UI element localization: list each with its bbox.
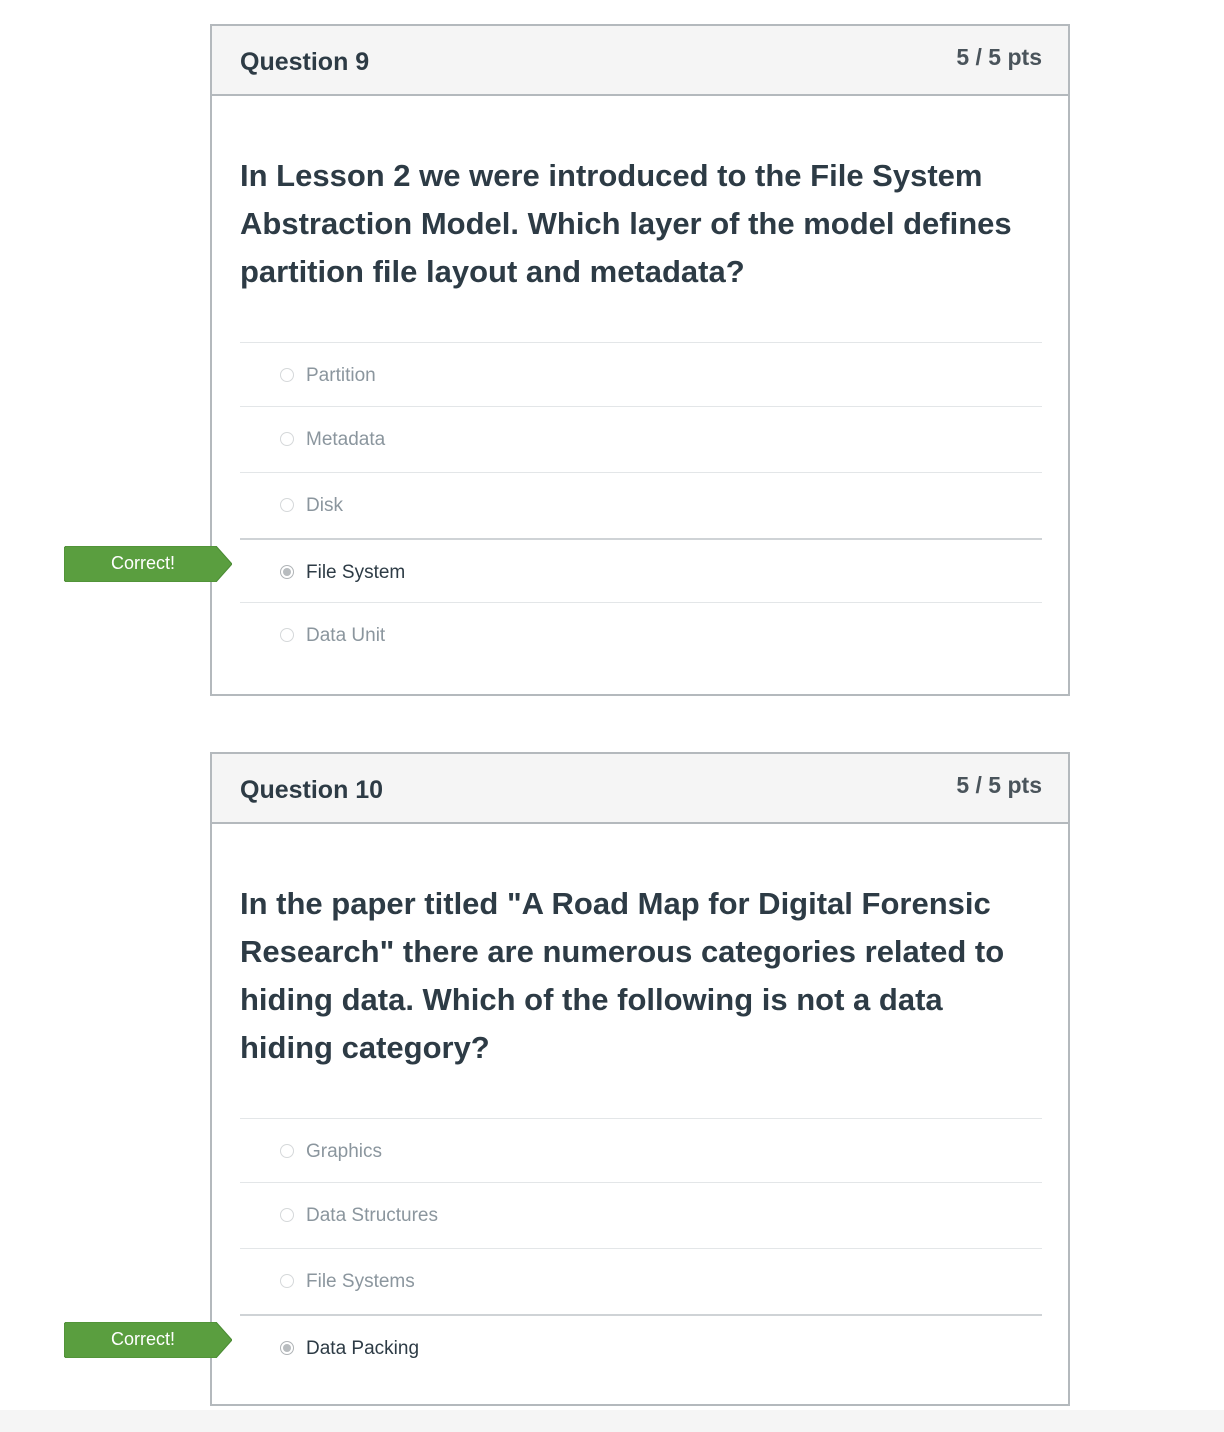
answer-label: Data Structures (306, 1205, 438, 1226)
answer-option[interactable]: Partition (240, 342, 1042, 406)
question-title: Question 9 (240, 48, 370, 76)
answer-option[interactable]: Disk (240, 472, 1042, 538)
answer-option[interactable]: Metadata (240, 406, 1042, 472)
question-card-9: Question 9 5 / 5 pts In Lesson 2 we were… (210, 24, 1070, 696)
question-header: Question 9 5 / 5 pts (212, 26, 1068, 96)
correct-label: Correct! (110, 1329, 175, 1349)
question-text: In Lesson 2 we were introduced to the Fi… (240, 158, 1012, 289)
answer-label: Data Packing (306, 1338, 420, 1359)
radio-button[interactable] (280, 432, 294, 446)
question-points: 5 / 5 pts (956, 772, 1042, 798)
correct-answer-flag: Correct! (64, 1322, 232, 1358)
radio-button[interactable] (280, 1274, 294, 1288)
radio-button[interactable] (280, 628, 294, 642)
radio-button[interactable] (280, 1144, 294, 1158)
answer-label: Data Unit (306, 625, 386, 646)
question-card-10: Question 10 5 / 5 pts In the paper title… (210, 752, 1070, 1406)
answer-option[interactable]: Data Unit (240, 602, 1042, 666)
answer-option[interactable]: Data Structures (240, 1182, 1042, 1248)
answer-option-selected[interactable]: Data Packing (240, 1314, 1042, 1378)
answer-list: Partition Metadata Disk File System Data… (240, 342, 1042, 666)
radio-button-selected[interactable] (280, 1341, 294, 1355)
radio-button[interactable] (280, 1208, 294, 1222)
answer-label: Partition (306, 365, 376, 386)
radio-button[interactable] (280, 368, 294, 382)
correct-label: Correct! (110, 553, 175, 573)
answer-option[interactable]: File Systems (240, 1248, 1042, 1314)
question-header: Question 10 5 / 5 pts (212, 754, 1068, 824)
quiz-results-page: Question 9 5 / 5 pts In Lesson 2 we were… (0, 0, 1224, 1432)
answer-label: Metadata (306, 429, 386, 450)
answer-label: Graphics (306, 1141, 383, 1162)
answer-label: Disk (306, 495, 343, 516)
correct-answer-flag: Correct! (64, 546, 232, 582)
radio-button-selected[interactable] (280, 565, 294, 579)
question-title: Question 10 (240, 776, 384, 804)
answer-option-selected[interactable]: File System (240, 538, 1042, 602)
answer-list: Graphics Data Structures File Systems Da… (240, 1118, 1042, 1378)
answer-option[interactable]: Graphics (240, 1118, 1042, 1182)
question-text: In the paper titled "A Road Map for Digi… (240, 886, 1005, 1065)
page-footer-strip (0, 1410, 1224, 1432)
radio-button[interactable] (280, 498, 294, 512)
question-points: 5 / 5 pts (956, 44, 1042, 70)
answer-label: File System (306, 562, 406, 583)
answer-label: File Systems (306, 1271, 415, 1292)
